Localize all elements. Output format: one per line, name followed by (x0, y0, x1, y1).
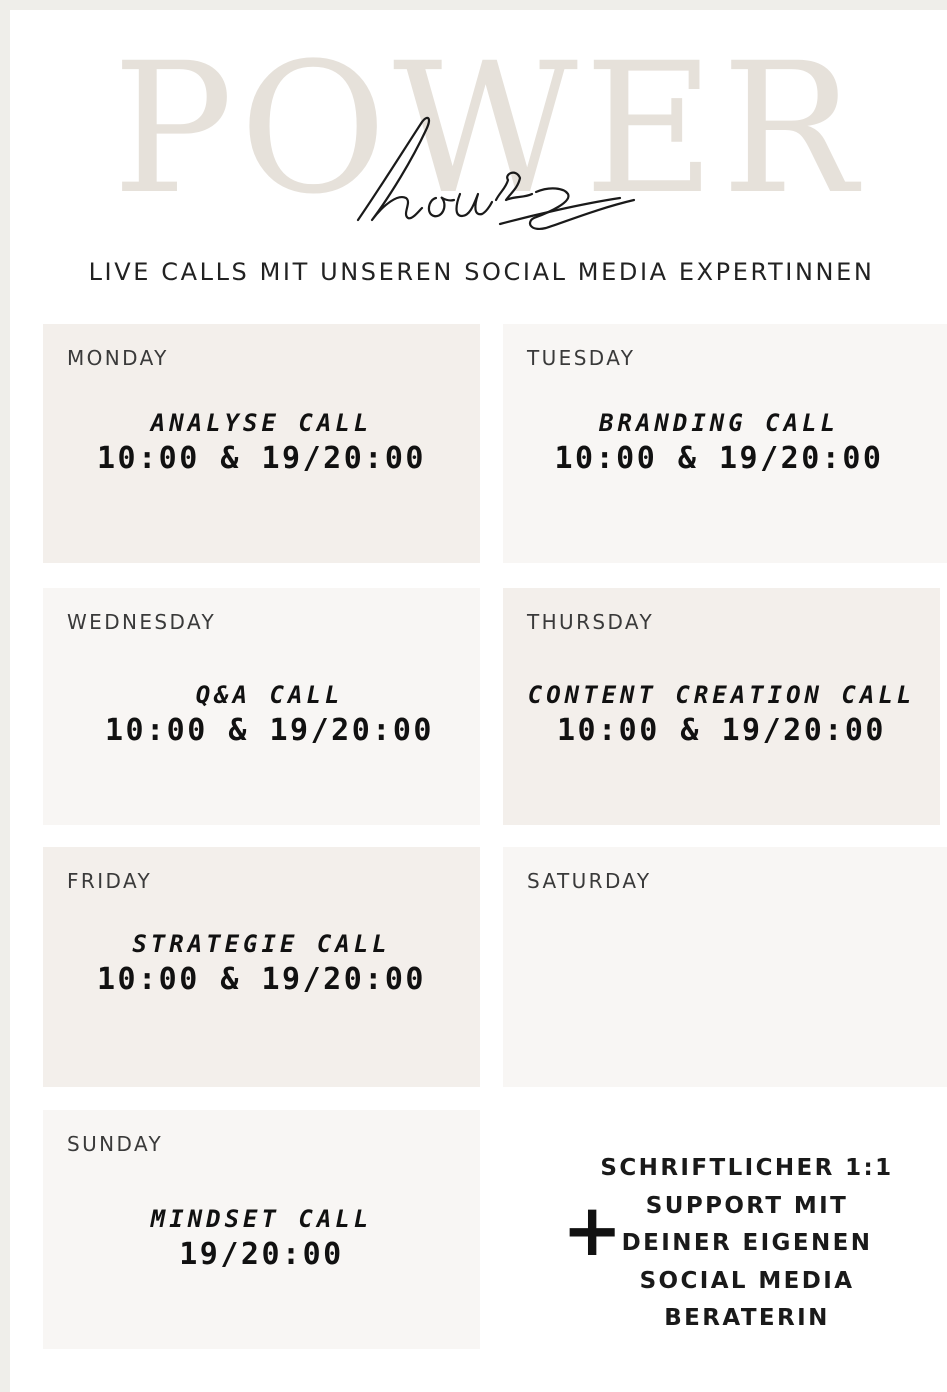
call-info: CONTENT CREATION CALL 10:00 & 19/20:00 (503, 678, 940, 750)
call-info: Q&A CALL 10:00 & 19/20:00 (51, 678, 488, 750)
day-label: SUNDAY (67, 1132, 164, 1156)
call-name: BRANDING CALL (599, 409, 839, 437)
call-info: STRATEGIE CALL 10:00 & 19/20:00 (43, 927, 480, 999)
day-cell-friday: FRIDAY STRATEGIE CALL 10:00 & 19/20:00 (43, 847, 480, 1087)
hours-script-title: hours (350, 108, 650, 248)
call-name: CONTENT CREATION CALL (527, 681, 916, 709)
call-time: 10:00 & 19/20:00 (105, 713, 434, 748)
call-info: ANALYSE CALL 10:00 & 19/20:00 (43, 406, 480, 478)
day-cell-monday: MONDAY ANALYSE CALL 10:00 & 19/20:00 (43, 324, 480, 563)
support-line: SOCIAL MEDIA (639, 1267, 855, 1294)
day-label: THURSDAY (527, 610, 655, 634)
day-label: TUESDAY (527, 346, 636, 370)
support-text: SCHRIFTLICHER 1:1 SUPPORT MIT DEINER EIG… (597, 1150, 897, 1338)
support-line: SCHRIFTLICHER 1:1 (600, 1155, 894, 1181)
day-label: FRIDAY (67, 869, 153, 893)
call-time: 10:00 & 19/20:00 (97, 441, 426, 476)
day-label: SATURDAY (527, 869, 652, 893)
call-name: ANALYSE CALL (150, 409, 373, 437)
support-line: DEINER EIGENEN (621, 1230, 873, 1256)
call-time: 10:00 & 19/20:00 (97, 962, 426, 997)
call-name: MINDSET CALL (150, 1205, 373, 1233)
day-label: WEDNESDAY (67, 610, 217, 634)
schedule-page: POWER hours LIVE CALLS MIT UNSEREN SOCIA… (10, 10, 947, 1392)
day-cell-tuesday: TUESDAY BRANDING CALL 10:00 & 19/20:00 (503, 324, 947, 563)
call-info: BRANDING CALL 10:00 & 19/20:00 (497, 406, 941, 478)
day-cell-sunday: SUNDAY MINDSET CALL 19/20:00 (43, 1110, 480, 1349)
call-name: Q&A CALL (195, 681, 344, 709)
call-name: STRATEGIE CALL (132, 930, 391, 958)
support-line: SUPPORT MIT (645, 1192, 849, 1219)
day-label: MONDAY (67, 346, 169, 370)
day-cell-wednesday: WEDNESDAY Q&A CALL 10:00 & 19/20:00 (43, 588, 480, 825)
call-time: 19/20:00 (179, 1237, 344, 1272)
day-cell-saturday: SATURDAY (503, 847, 947, 1087)
call-time: 10:00 & 19/20:00 (557, 713, 886, 748)
support-line: BERATERIN (664, 1305, 830, 1331)
subtitle: LIVE CALLS MIT UNSEREN SOCIAL MEDIA EXPE… (88, 258, 875, 286)
day-cell-thursday: THURSDAY CONTENT CREATION CALL 10:00 & 1… (503, 588, 940, 825)
support-info: + SCHRIFTLICHER 1:1 SUPPORT MIT DEINER E… (502, 1110, 947, 1350)
hours-script-drawing (356, 116, 636, 230)
call-info: MINDSET CALL 19/20:00 (43, 1202, 480, 1274)
call-time: 10:00 & 19/20:00 (554, 441, 884, 476)
